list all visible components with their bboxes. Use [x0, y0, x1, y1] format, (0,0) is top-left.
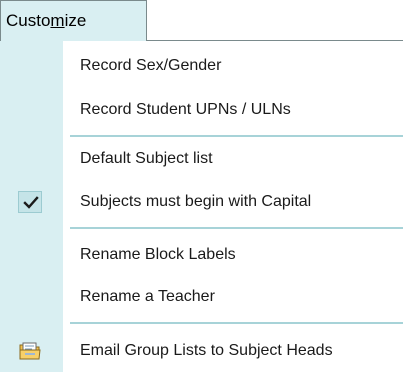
- menu-item-label: Record Sex/Gender: [80, 57, 222, 74]
- menu-customize-label-a: Custo: [6, 11, 51, 30]
- menu-item-rename-teacher[interactable]: Rename a Teacher: [0, 278, 403, 316]
- menu-item-label: Record Student UPNs / ULNs: [80, 101, 291, 118]
- check-icon: [18, 191, 42, 213]
- menu-bar: Customize: [0, 0, 403, 42]
- menu-item-label: Subjects must begin with Capital: [80, 193, 312, 210]
- menu-item-label: Email Group Lists to Subject Heads: [80, 342, 333, 359]
- application-window: Customize Record Sex/Gender Record Stude…: [0, 0, 403, 372]
- menu-item-email-group-lists[interactable]: Email Group Lists to Subject Heads: [0, 332, 403, 370]
- menu-separator: [70, 227, 403, 229]
- menu-item-default-subject-list[interactable]: Default Subject list: [0, 140, 403, 178]
- menu-customize-accelerator: m: [50, 11, 65, 30]
- menu-item-label: Rename a Teacher: [80, 288, 215, 305]
- menu-item-record-student-upns[interactable]: Record Student UPNs / ULNs: [0, 91, 403, 129]
- menu-item-label: Rename Block Labels: [80, 246, 236, 263]
- menu-item-subjects-capital[interactable]: Subjects must begin with Capital: [0, 183, 403, 221]
- menu-item-label: Default Subject list: [80, 150, 213, 167]
- menu-item-rename-block-labels[interactable]: Rename Block Labels: [0, 236, 403, 274]
- customize-dropdown-menu: Record Sex/Gender Record Student UPNs / …: [0, 41, 403, 372]
- menu-customize-label-b: ize: [64, 11, 87, 30]
- menu-customize[interactable]: Customize: [0, 0, 147, 41]
- menu-separator: [70, 322, 403, 324]
- folder-mail-icon: [19, 341, 41, 366]
- menu-item-record-sex-gender[interactable]: Record Sex/Gender: [0, 47, 403, 85]
- menu-separator: [70, 135, 403, 137]
